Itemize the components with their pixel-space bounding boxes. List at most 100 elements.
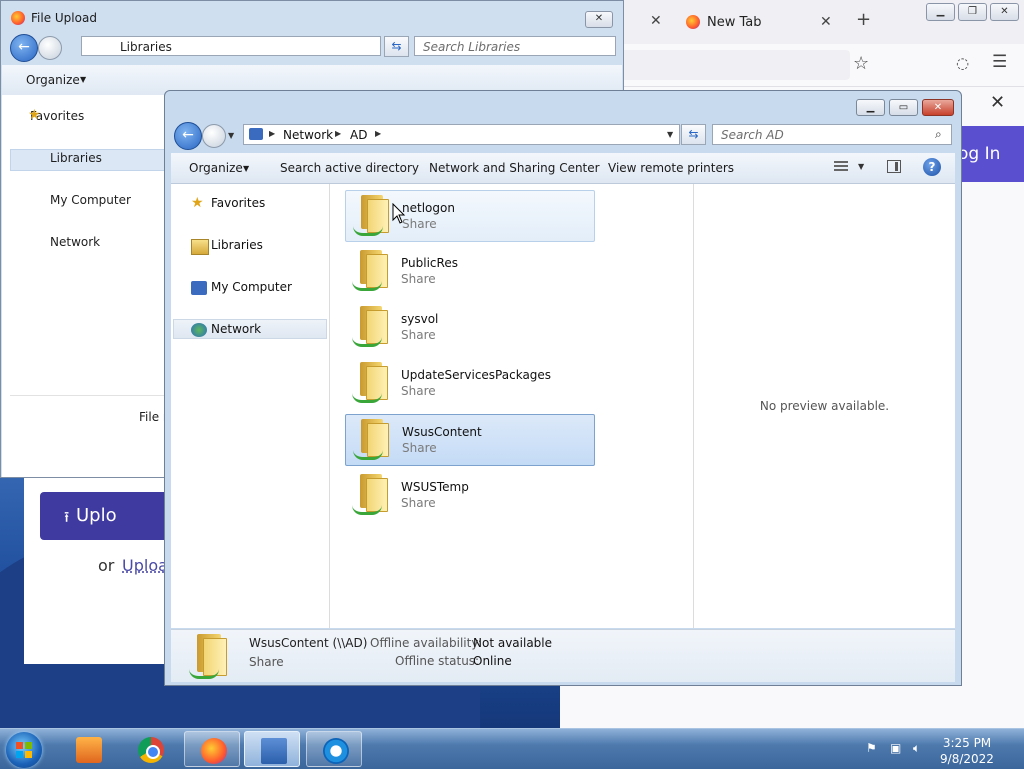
chevron-right-icon[interactable]: ▶ [269,129,275,138]
network-status-icon[interactable]: ▣ [890,741,904,755]
nav-my-computer[interactable]: My Computer [50,193,131,207]
close-button[interactable]: ✕ [585,11,613,28]
help-icon[interactable]: ? [923,158,941,176]
bookmark-star-icon[interactable]: ☆ [853,53,869,74]
computer-icon [261,738,287,764]
close-button[interactable]: ✕ [922,99,954,116]
refresh-button[interactable]: ⇆ [681,124,706,145]
chevron-down-icon[interactable]: ▼ [667,130,673,139]
organize-button[interactable]: Organize [26,73,80,87]
menu-icon[interactable]: ☰ [992,52,1007,72]
browser-tab-bar: ✕ New Tab ✕ + ▁ ❐ ✕ [560,0,1024,44]
close-tab-icon[interactable]: ✕ [820,14,832,30]
list-item[interactable]: UpdateServicesPackages Share [345,358,595,410]
list-item[interactable]: sysvol Share [345,302,595,354]
item-type: Share [402,441,437,455]
firefox-icon [686,15,700,29]
tab-title: New Tab [707,15,762,30]
computer-icon [191,281,207,295]
tab-new-tab[interactable]: New Tab ✕ [680,6,840,38]
address-text: Libraries [120,40,172,54]
chevron-right-icon[interactable]: ▶ [335,129,341,138]
restore-button[interactable]: ❐ [958,3,987,21]
close-tab-icon[interactable]: ✕ [650,13,662,29]
nav-my-computer[interactable]: My Computer [211,280,292,294]
address-bar[interactable]: ▶ Network ▶ AD ▶ ▼ [243,124,680,145]
close-window-button[interactable]: ✕ [990,3,1019,21]
nav-network[interactable]: Network [50,235,100,249]
forward-button[interactable] [38,36,62,60]
back-button[interactable]: ← [10,34,38,62]
taskbar-internet-explorer[interactable] [306,731,362,767]
chrome-icon [138,737,164,763]
address-bar[interactable]: Libraries [81,36,381,56]
back-button[interactable]: ← [174,122,202,150]
forward-button[interactable] [202,124,226,148]
firefox-icon [11,11,25,25]
taskbar-firefox[interactable] [184,731,240,767]
search-input[interactable]: Search AD [712,124,952,145]
shared-folder-icon [352,250,388,291]
detail-type: Share [249,655,284,669]
url-field[interactable] [620,50,850,80]
clock[interactable]: 3:25 PM 9/8/2022 [928,735,1006,767]
nav-libraries[interactable]: Libraries [50,151,102,165]
chevron-down-icon: ▼ [243,164,250,173]
item-name: PublicRes [401,256,458,270]
nav-libraries[interactable]: Libraries [211,238,263,252]
divider [10,395,170,396]
taskbar: ⚑ ▣ 🔈︎ 3:25 PM 9/8/2022 [0,728,1024,769]
organize-button[interactable]: Organize [189,161,243,175]
start-button[interactable] [6,732,42,768]
breadcrumb-network[interactable]: Network [283,128,333,142]
upload-button[interactable]: Uplo [40,492,180,540]
item-name: WsusContent [402,425,482,439]
shared-folder-icon [352,306,388,347]
minimize-button[interactable]: ▁ [926,3,955,21]
item-type: Share [402,217,437,231]
search-active-directory-button[interactable]: Search active directory [280,161,419,175]
media-player-icon [76,737,102,763]
search-icon[interactable]: ⌕ [935,127,942,142]
detail-name: WsusContent (\\AD) [249,636,368,650]
item-type: Share [401,496,436,510]
nav-network[interactable]: Network [211,322,261,336]
list-item-selected[interactable]: WsusContent Share [345,414,595,466]
login-button[interactable]: og In [952,126,1024,182]
close-icon[interactable]: ✕ [990,92,1005,113]
new-tab-button[interactable]: + [856,9,871,30]
upload-link[interactable]: Uploa [122,556,168,575]
network-icon [191,323,207,337]
list-item[interactable]: WSUSTemp Share [345,470,595,522]
refresh-button[interactable]: ⇆ [384,36,409,57]
action-center-icon[interactable]: ⚑ [866,741,880,755]
upload-button-label: Uplo [76,505,117,526]
network-sharing-center-button[interactable]: Network and Sharing Center [429,161,600,175]
chevron-right-icon[interactable]: ▶ [375,129,381,138]
libraries-icon [191,239,209,255]
nav-favorites[interactable]: Favorites [211,196,265,210]
maximize-button[interactable]: ▭ [889,99,918,116]
history-dropdown-icon[interactable]: ▼ [228,131,234,140]
star-icon: ★ [191,195,204,211]
view-remote-printers-button[interactable]: View remote printers [608,161,734,175]
taskbar-media-player[interactable] [60,731,116,767]
search-input[interactable]: Search Libraries [414,36,616,56]
pocket-icon[interactable]: ◌ [956,54,969,72]
list-item[interactable]: PublicRes Share [345,246,595,298]
mouse-cursor-icon [392,203,406,224]
volume-icon[interactable]: 🔈︎ [913,741,927,755]
list-item[interactable]: netlogon Share [345,190,595,242]
taskbar-chrome[interactable] [122,731,178,767]
chevron-down-icon[interactable]: ▼ [858,162,864,171]
minimize-button[interactable]: ▁ [856,99,885,116]
internet-explorer-icon [323,738,349,764]
preview-pane: No preview available. [694,184,955,628]
breadcrumb-ad[interactable]: AD [350,128,367,142]
taskbar-explorer[interactable] [244,731,300,767]
clock-time: 3:25 PM [942,736,992,750]
item-name: netlogon [402,201,455,215]
views-icon[interactable] [834,160,848,173]
preview-pane-icon[interactable] [887,160,901,173]
shared-folder-icon [352,362,388,403]
